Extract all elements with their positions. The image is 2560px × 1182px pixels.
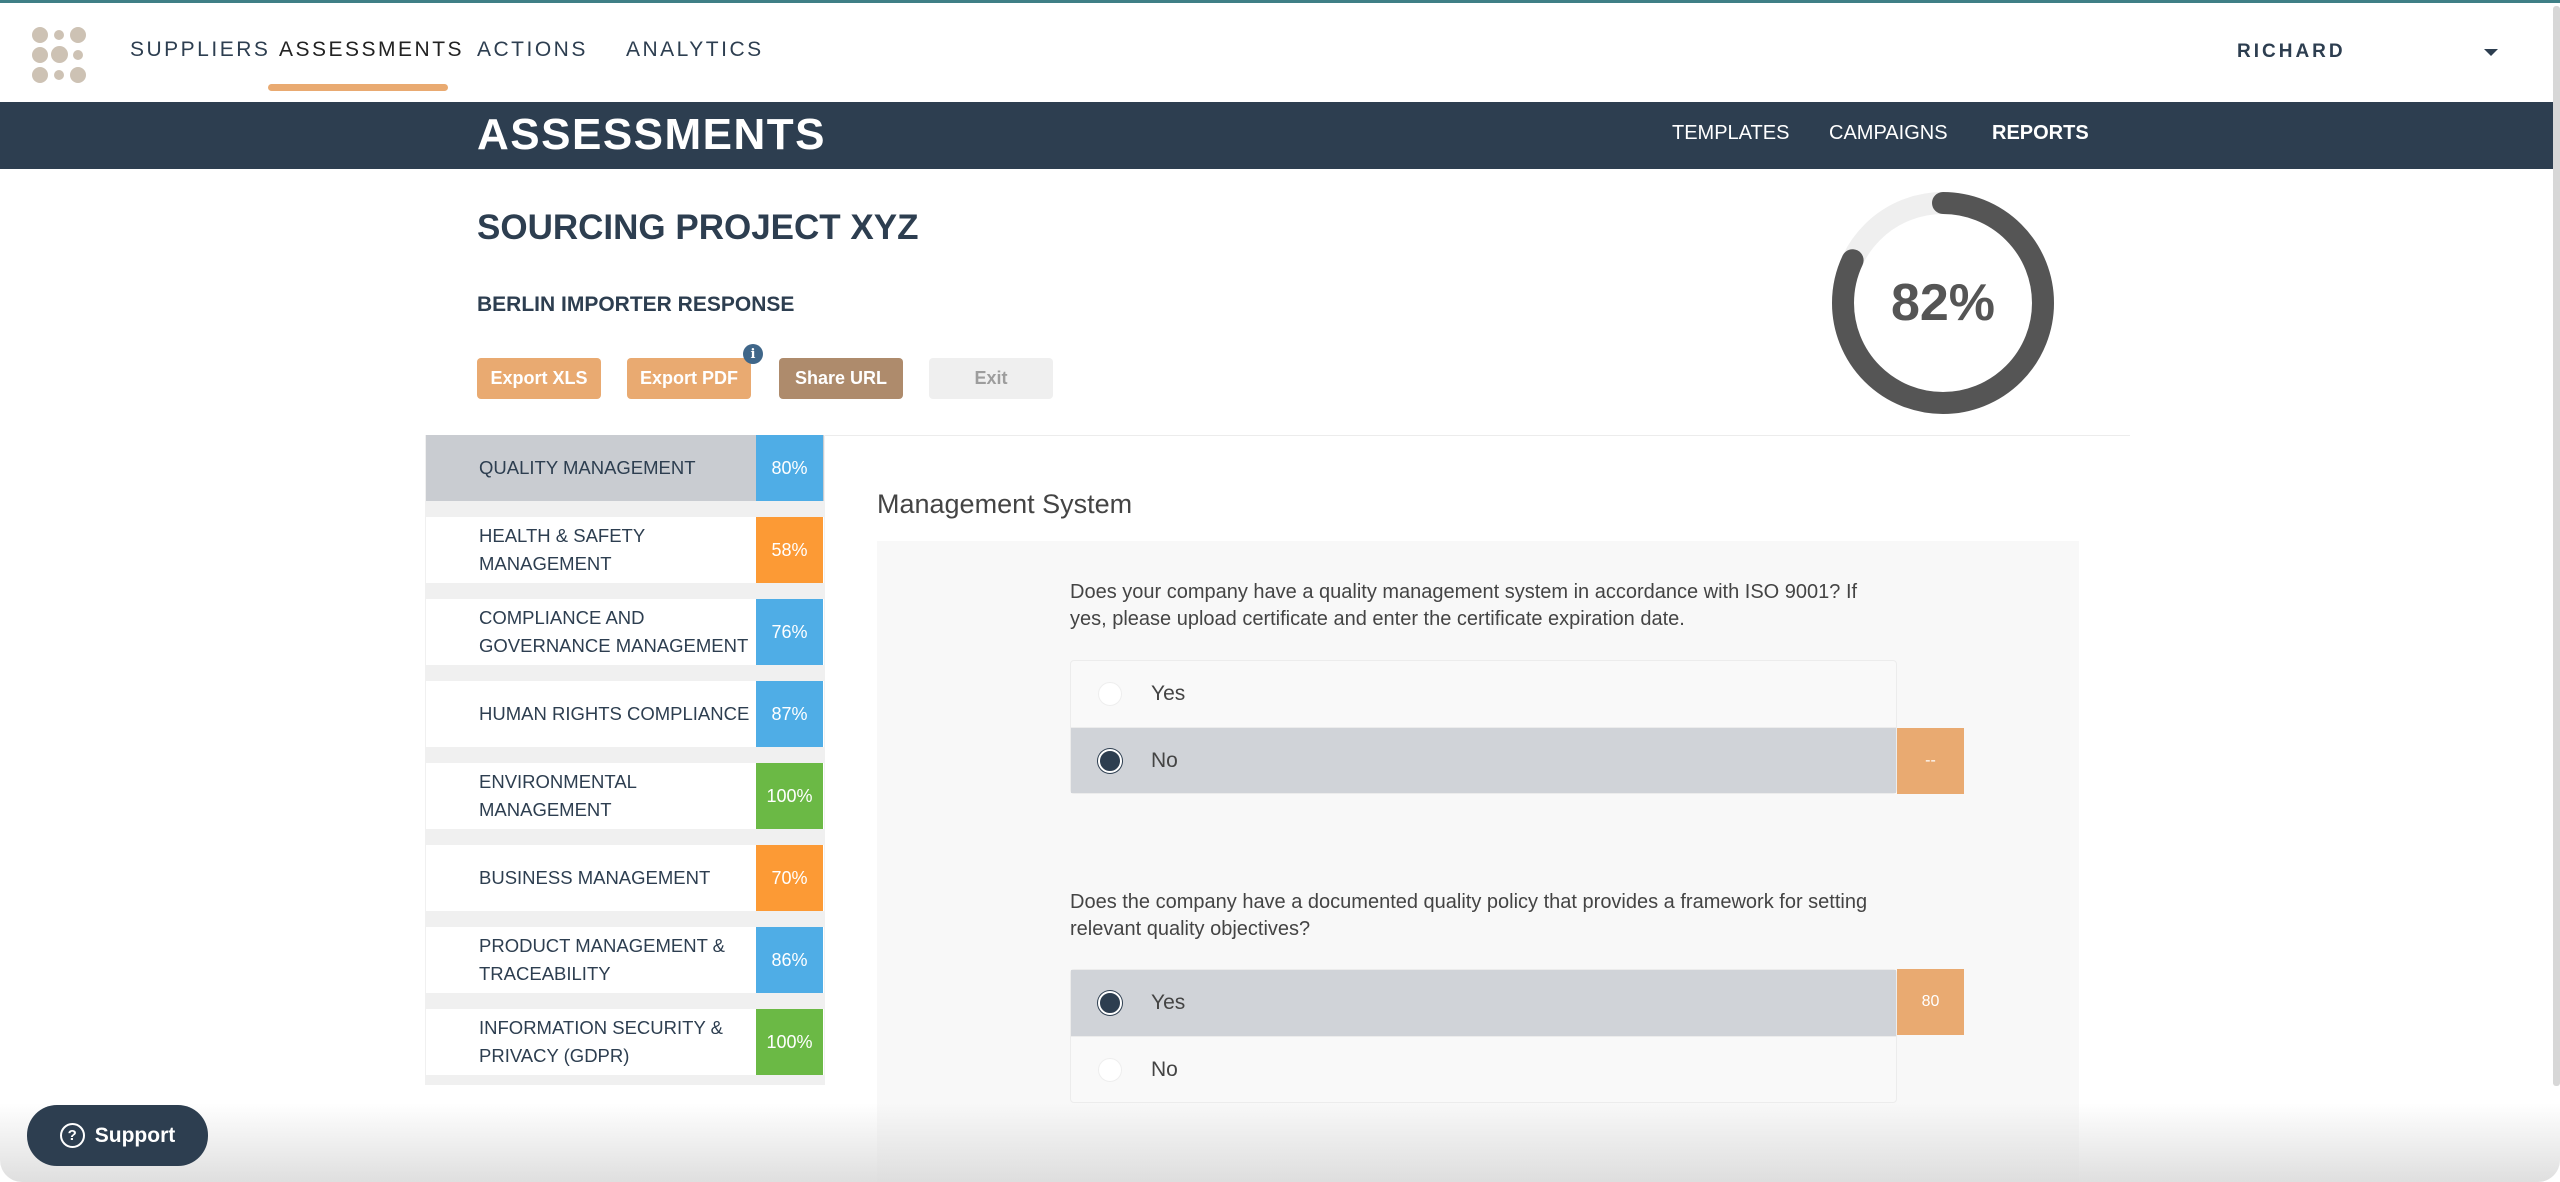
section-header-bar: ASSESSMENTS TEMPLATES CAMPAIGNS REPORTS xyxy=(0,102,2553,169)
question-text: Does the company have a documented quali… xyxy=(1070,891,1868,940)
option-label: No xyxy=(1151,1057,1178,1081)
category-label: HUMAN RIGHTS COMPLIANCE xyxy=(479,703,750,724)
overall-score-value: 82% xyxy=(1890,274,1996,332)
category-score-badge: 76% xyxy=(756,599,823,665)
option-label: Yes xyxy=(1151,682,1186,705)
nav-assessments[interactable]: ASSESSMENTS xyxy=(279,38,464,62)
app-window: SUPPLIERS ASSESSMENTS ACTIONS ANALYTICS … xyxy=(0,0,2560,1182)
tab-reports[interactable]: REPORTS xyxy=(1992,122,2089,145)
response-title: BERLIN IMPORTER RESPONSE xyxy=(477,293,795,316)
radio-button[interactable] xyxy=(1098,682,1122,706)
info-icon[interactable]: i xyxy=(743,344,763,364)
project-title: SOURCING PROJECT XYZ xyxy=(477,208,919,247)
export-xls-button[interactable]: Export XLS xyxy=(477,358,601,399)
section-heading: ASSESSMENTS xyxy=(477,110,827,159)
question-score: -- xyxy=(1897,728,1964,794)
category-score-badge: 80% xyxy=(756,435,823,501)
chevron-down-icon[interactable] xyxy=(2484,49,2498,56)
category-label: INFORMATION SECURITY & PRIVACY (GDPR) xyxy=(479,1017,723,1066)
category-item[interactable]: ENVIRONMENTAL MANAGEMENT 100% xyxy=(426,763,824,829)
category-score-badge: 86% xyxy=(756,927,823,993)
option-label: Yes xyxy=(1151,991,1186,1014)
answer-option[interactable]: Yes xyxy=(1071,970,1896,1036)
nav-suppliers[interactable]: SUPPLIERS xyxy=(130,38,270,62)
active-nav-indicator xyxy=(268,84,448,91)
user-menu[interactable]: RICHARD xyxy=(2237,41,2346,63)
category-score-badge: 58% xyxy=(756,517,823,583)
category-label: ENVIRONMENTAL MANAGEMENT xyxy=(479,771,637,820)
category-list: QUALITY MANAGEMENT 80% HEALTH & SAFETY MAN… xyxy=(425,435,825,1085)
category-item[interactable]: HEALTH & SAFETY MANAGEMENT 58% xyxy=(426,517,824,583)
help-icon: ? xyxy=(59,1123,85,1148)
export-pdf-button[interactable]: Export PDF xyxy=(627,358,751,399)
nav-actions[interactable]: ACTIONS xyxy=(477,38,588,62)
category-label: PRODUCT MANAGEMENT & TRACEABILITY xyxy=(479,935,726,984)
category-item[interactable]: INFORMATION SECURITY & PRIVACY (GDPR) 100… xyxy=(426,1009,824,1075)
category-score-badge: 87% xyxy=(756,681,823,747)
category-item[interactable]: PRODUCT MANAGEMENT & TRACEABILITY 86% xyxy=(426,927,824,993)
category-item[interactable]: COMPLIANCE AND GOVERNANCE MANAGEMENT 76% xyxy=(426,599,824,665)
category-item[interactable]: HUMAN RIGHTS COMPLIANCE 87% xyxy=(426,681,824,747)
category-score-badge: 100% xyxy=(756,763,823,829)
category-score-badge: 100% xyxy=(756,1009,823,1075)
radio-button[interactable] xyxy=(1098,991,1122,1015)
option-label: No xyxy=(1151,748,1178,772)
header-divider xyxy=(820,435,2130,436)
tab-campaigns[interactable]: CAMPAIGNS xyxy=(1829,122,1948,145)
support-button[interactable]: ? Support xyxy=(27,1105,208,1166)
answer-option[interactable]: Yes xyxy=(1071,661,1896,727)
support-label: Support xyxy=(94,1123,176,1147)
answer-options: Yes No xyxy=(1070,969,1897,1103)
category-label: BUSINESS MANAGEMENT xyxy=(479,867,711,888)
question-score: 80 xyxy=(1897,969,1964,1035)
question-text: Does your company have a quality managem… xyxy=(1070,581,1858,630)
answer-option[interactable]: No xyxy=(1071,1036,1896,1102)
radio-button[interactable] xyxy=(1098,748,1122,773)
answer-options: Yes No xyxy=(1070,660,1897,794)
share-url-button[interactable]: Share URL xyxy=(779,358,903,399)
nav-analytics[interactable]: ANALYTICS xyxy=(626,38,764,62)
category-label: HEALTH & SAFETY MANAGEMENT xyxy=(479,525,645,574)
section-title: Management System xyxy=(877,489,1133,519)
category-item[interactable]: BUSINESS MANAGEMENT 70% xyxy=(426,845,824,911)
page-scrollbar[interactable] xyxy=(2553,6,2560,1086)
top-navigation: SUPPLIERS ASSESSMENTS ACTIONS ANALYTICS … xyxy=(0,6,2553,102)
exit-button[interactable]: Exit xyxy=(929,358,1053,399)
category-label: QUALITY MANAGEMENT xyxy=(479,457,696,478)
tab-templates[interactable]: TEMPLATES xyxy=(1672,122,1789,145)
logo-icon[interactable] xyxy=(32,27,88,83)
radio-button[interactable] xyxy=(1098,1057,1122,1082)
category-score-badge: 70% xyxy=(756,845,823,911)
category-label: COMPLIANCE AND GOVERNANCE MANAGEMENT xyxy=(479,607,749,656)
category-item[interactable]: QUALITY MANAGEMENT 80% xyxy=(426,435,824,501)
answer-option[interactable]: No xyxy=(1071,727,1896,793)
question-panel: Does your company have a quality managem… xyxy=(877,541,2079,1182)
